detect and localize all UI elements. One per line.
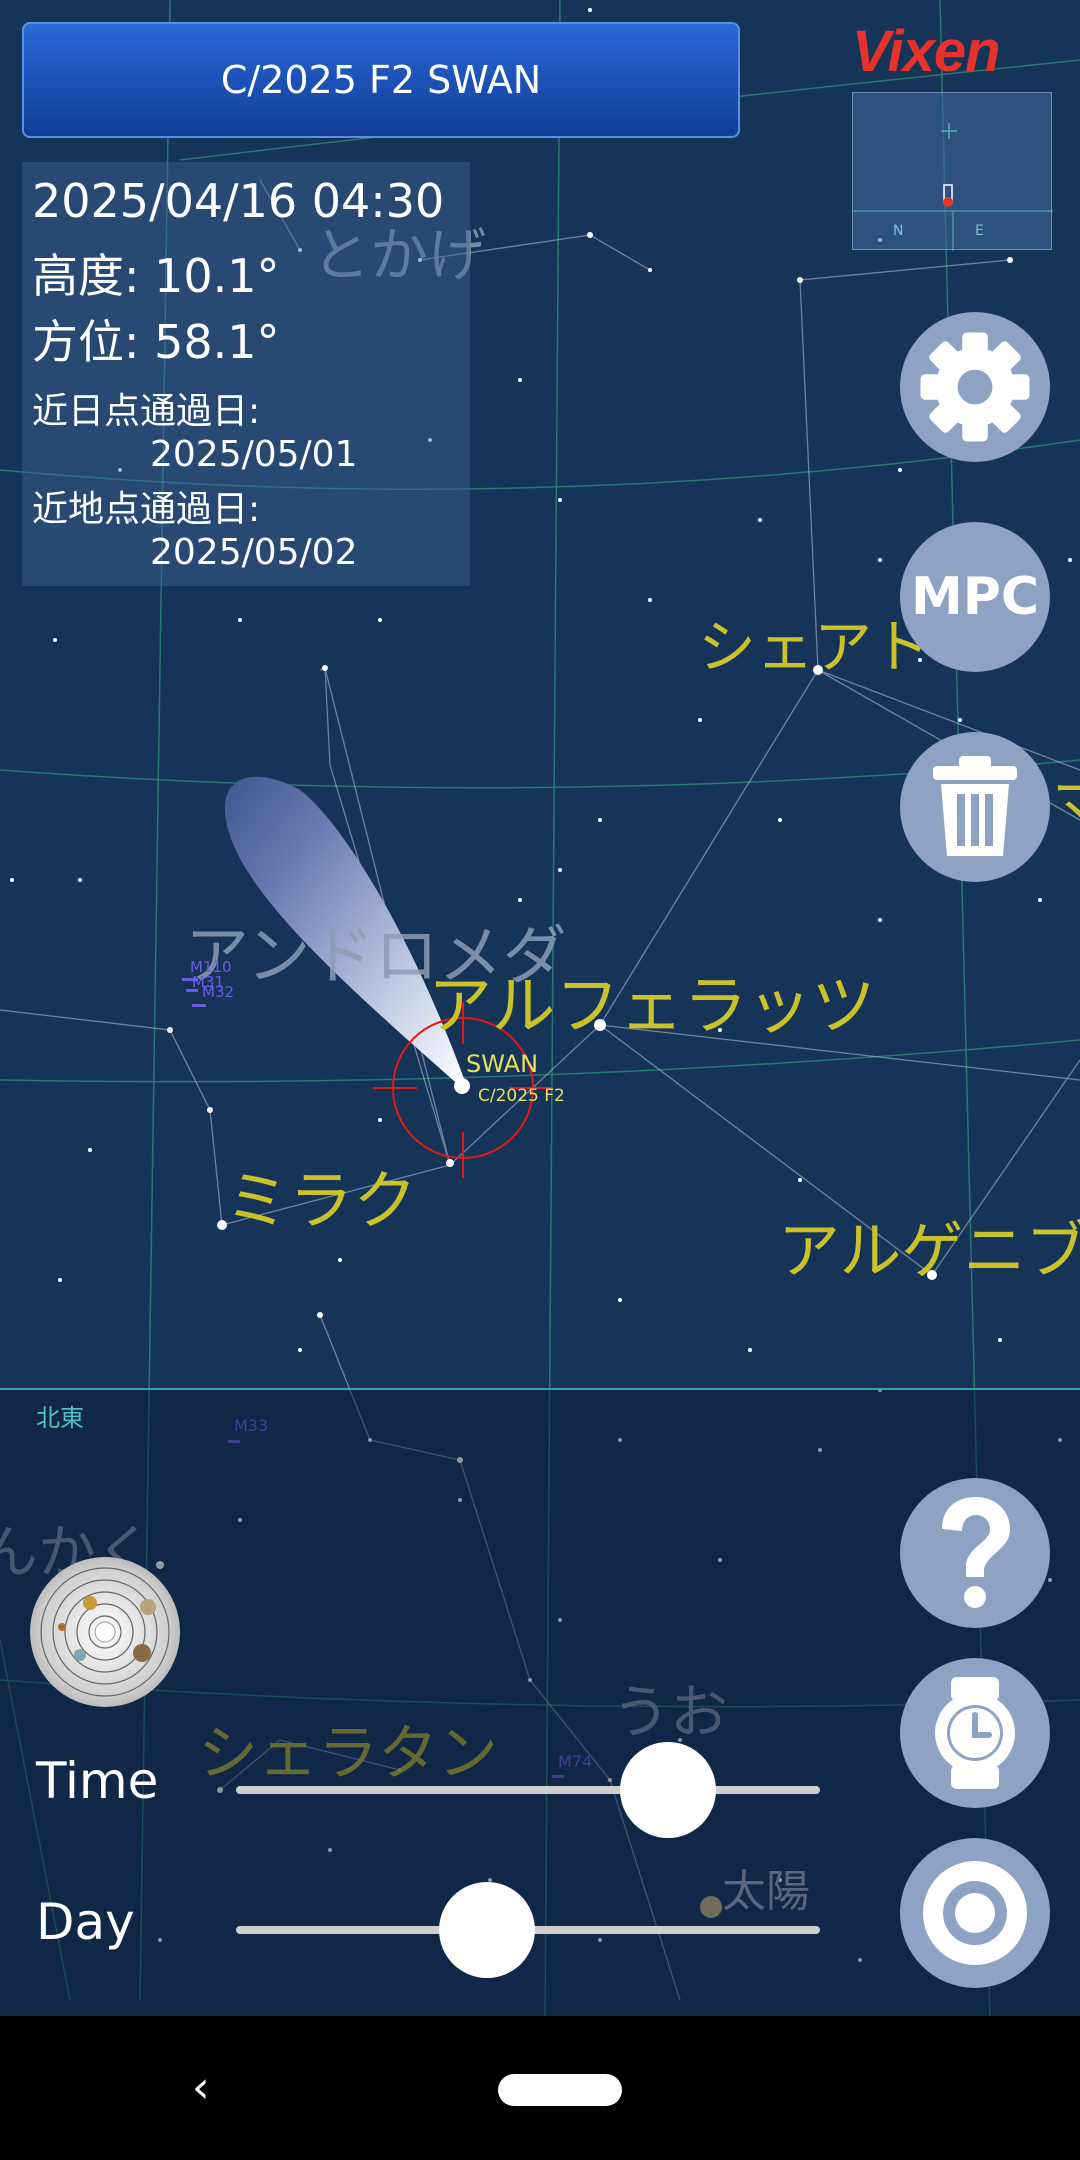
comet-nucleus[interactable]	[454, 1078, 470, 1094]
minimap-east: E	[975, 223, 984, 239]
object-title-button[interactable]: C/2025 F2 SWAN	[22, 22, 740, 138]
time-button[interactable]	[900, 1658, 1050, 1808]
help-button[interactable]	[900, 1478, 1050, 1628]
solar-system-button[interactable]	[30, 1557, 180, 1707]
mini-map-graphics	[853, 123, 1053, 251]
compass-direction: 北東	[36, 1404, 84, 1432]
label-ma: マ	[1052, 758, 1080, 842]
observation-datetime: 2025/04/16 04:30	[32, 174, 445, 228]
label-swan: SWAN	[466, 1050, 539, 1078]
help-question-icon	[942, 1497, 1010, 1608]
label-comet-id: C/2025 F2	[478, 1086, 565, 1106]
back-chevron-icon[interactable]: ‹	[192, 2062, 210, 2113]
vixen-logo: Vixen	[852, 19, 1001, 84]
perigee-label: 近地点通過日:	[32, 489, 261, 530]
trash-icon	[933, 756, 1017, 856]
perihelion-label: 近日点通過日:	[32, 391, 261, 432]
home-pill[interactable]	[498, 2074, 622, 2106]
altitude-readout: 高度: 10.1°	[32, 249, 280, 303]
settings-button[interactable]	[900, 312, 1050, 462]
time-slider-label: Time	[36, 1752, 159, 1810]
label-mirach: ミラク	[225, 1165, 417, 1239]
watch-icon	[935, 1677, 1015, 1789]
info-panel: 2025/04/16 04:30 高度: 10.1° 方位: 58.1° 近日点…	[22, 162, 470, 586]
time-slider-thumb[interactable]	[620, 1742, 717, 1838]
perigee-date: 2025/05/02	[150, 532, 358, 573]
time-slider-track[interactable]	[236, 1786, 820, 1794]
solar-system-icon	[40, 1567, 170, 1697]
minimap-north: N	[893, 223, 904, 239]
label-algenib: アルゲニブ	[778, 1214, 1080, 1287]
mpc-label: MPC	[910, 567, 1040, 627]
gear-icon	[920, 332, 1030, 442]
delete-button[interactable]	[900, 732, 1050, 882]
mini-map[interactable]: N E	[852, 92, 1053, 251]
target-button[interactable]	[900, 1838, 1050, 1988]
label-m32: M32	[202, 983, 235, 1001]
label-scheat: シェアト	[698, 613, 931, 681]
day-slider-thumb[interactable]	[439, 1882, 536, 1978]
target-ring-icon	[923, 1861, 1027, 1965]
day-slider-label: Day	[36, 1893, 135, 1951]
mpc-button[interactable]: MPC	[900, 522, 1050, 672]
system-navigation-bar: ‹	[0, 2016, 1080, 2160]
label-alpheratz: アルフェラッツ	[428, 970, 876, 1044]
azimuth-readout: 方位: 58.1°	[32, 315, 280, 369]
perihelion-date: 2025/05/01	[150, 434, 358, 475]
